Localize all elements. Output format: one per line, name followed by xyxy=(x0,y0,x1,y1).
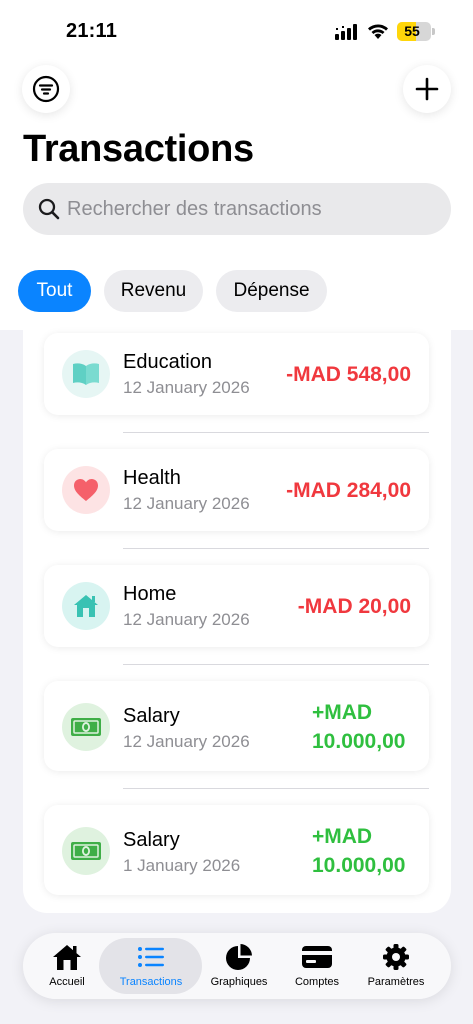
filter-chip-expense[interactable]: Dépense xyxy=(216,270,327,312)
tab-label: Paramètres xyxy=(367,976,425,988)
tab-bar: Accueil Transactions Graphiques Comptes … xyxy=(23,933,451,999)
gear-icon xyxy=(382,943,410,971)
transaction-row[interactable]: Salary 12 January 2026 +MAD 10.000,00 xyxy=(44,681,429,771)
house-icon xyxy=(62,582,110,630)
home-icon xyxy=(51,943,83,971)
row-divider xyxy=(123,664,429,665)
transaction-amount: -MAD 284,00 xyxy=(286,479,411,502)
transaction-date: 12 January 2026 xyxy=(123,494,250,513)
tab-home[interactable]: Accueil xyxy=(35,933,99,999)
transaction-date: 12 January 2026 xyxy=(123,732,250,751)
tab-charts[interactable]: Graphiques xyxy=(203,933,275,999)
search-bar[interactable] xyxy=(23,183,451,235)
transaction-amount-value: 10.000,00 xyxy=(312,730,406,753)
pie-chart-icon xyxy=(225,943,253,971)
search-input[interactable] xyxy=(67,183,437,235)
filter-chip-income[interactable]: Revenu xyxy=(104,270,203,312)
transaction-name: Salary xyxy=(123,705,180,727)
transaction-name: Salary xyxy=(123,829,180,851)
filter-button[interactable] xyxy=(22,65,70,113)
transaction-amount: -MAD 20,00 xyxy=(297,595,411,618)
plus-icon xyxy=(415,77,439,101)
transaction-name: Education xyxy=(123,351,212,373)
tab-label: Accueil xyxy=(49,976,85,988)
transaction-amount: -MAD 548,00 xyxy=(286,363,411,386)
heart-icon xyxy=(62,466,110,514)
status-bar: 21:11 55 xyxy=(0,0,473,64)
row-divider xyxy=(123,432,429,433)
battery-icon: 55 xyxy=(397,22,431,41)
wifi-icon xyxy=(368,24,388,39)
tab-accounts[interactable]: Comptes xyxy=(285,933,349,999)
status-time: 21:11 xyxy=(66,20,118,42)
transaction-date: 12 January 2026 xyxy=(123,378,250,397)
battery-percentage: 55 xyxy=(404,23,420,39)
transaction-amount-value: 10.000,00 xyxy=(312,854,406,877)
transaction-amount-sign: +MAD xyxy=(312,825,373,848)
transaction-amount: +MAD 10.000,00 xyxy=(312,822,405,880)
transaction-date: 12 January 2026 xyxy=(123,610,250,629)
page-title: Transactions xyxy=(23,128,254,170)
book-icon xyxy=(62,350,110,398)
tab-label: Transactions xyxy=(119,976,183,988)
transaction-row[interactable]: Education 12 January 2026 -MAD 548,00 xyxy=(44,333,429,415)
filter-icon xyxy=(32,75,60,103)
transaction-row[interactable]: Home 12 January 2026 -MAD 20,00 xyxy=(44,565,429,647)
tab-label: Comptes xyxy=(294,976,340,988)
transaction-date: 1 January 2026 xyxy=(123,856,241,875)
filter-chip-all[interactable]: Tout xyxy=(18,270,91,312)
row-divider xyxy=(123,788,429,789)
battery-cap xyxy=(432,28,435,35)
credit-card-icon xyxy=(301,943,333,971)
add-transaction-button[interactable] xyxy=(403,65,451,113)
transaction-amount: +MAD 10.000,00 xyxy=(312,698,405,756)
transaction-name: Home xyxy=(123,583,177,605)
tab-transactions[interactable]: Transactions xyxy=(107,933,195,999)
transaction-name: Health xyxy=(123,467,181,489)
row-divider xyxy=(123,548,429,549)
banknote-icon xyxy=(62,827,110,875)
tab-settings[interactable]: Paramètres xyxy=(359,933,433,999)
transaction-row[interactable]: Salary 1 January 2026 +MAD 10.000,00 xyxy=(44,805,429,895)
banknote-icon xyxy=(62,703,110,751)
search-icon xyxy=(38,198,60,220)
transaction-row[interactable]: Health 12 January 2026 -MAD 284,00 xyxy=(44,449,429,531)
transaction-amount-sign: +MAD xyxy=(312,701,373,724)
cellular-signal-icon xyxy=(335,24,357,40)
list-icon xyxy=(137,943,165,971)
tab-label: Graphiques xyxy=(210,976,268,988)
